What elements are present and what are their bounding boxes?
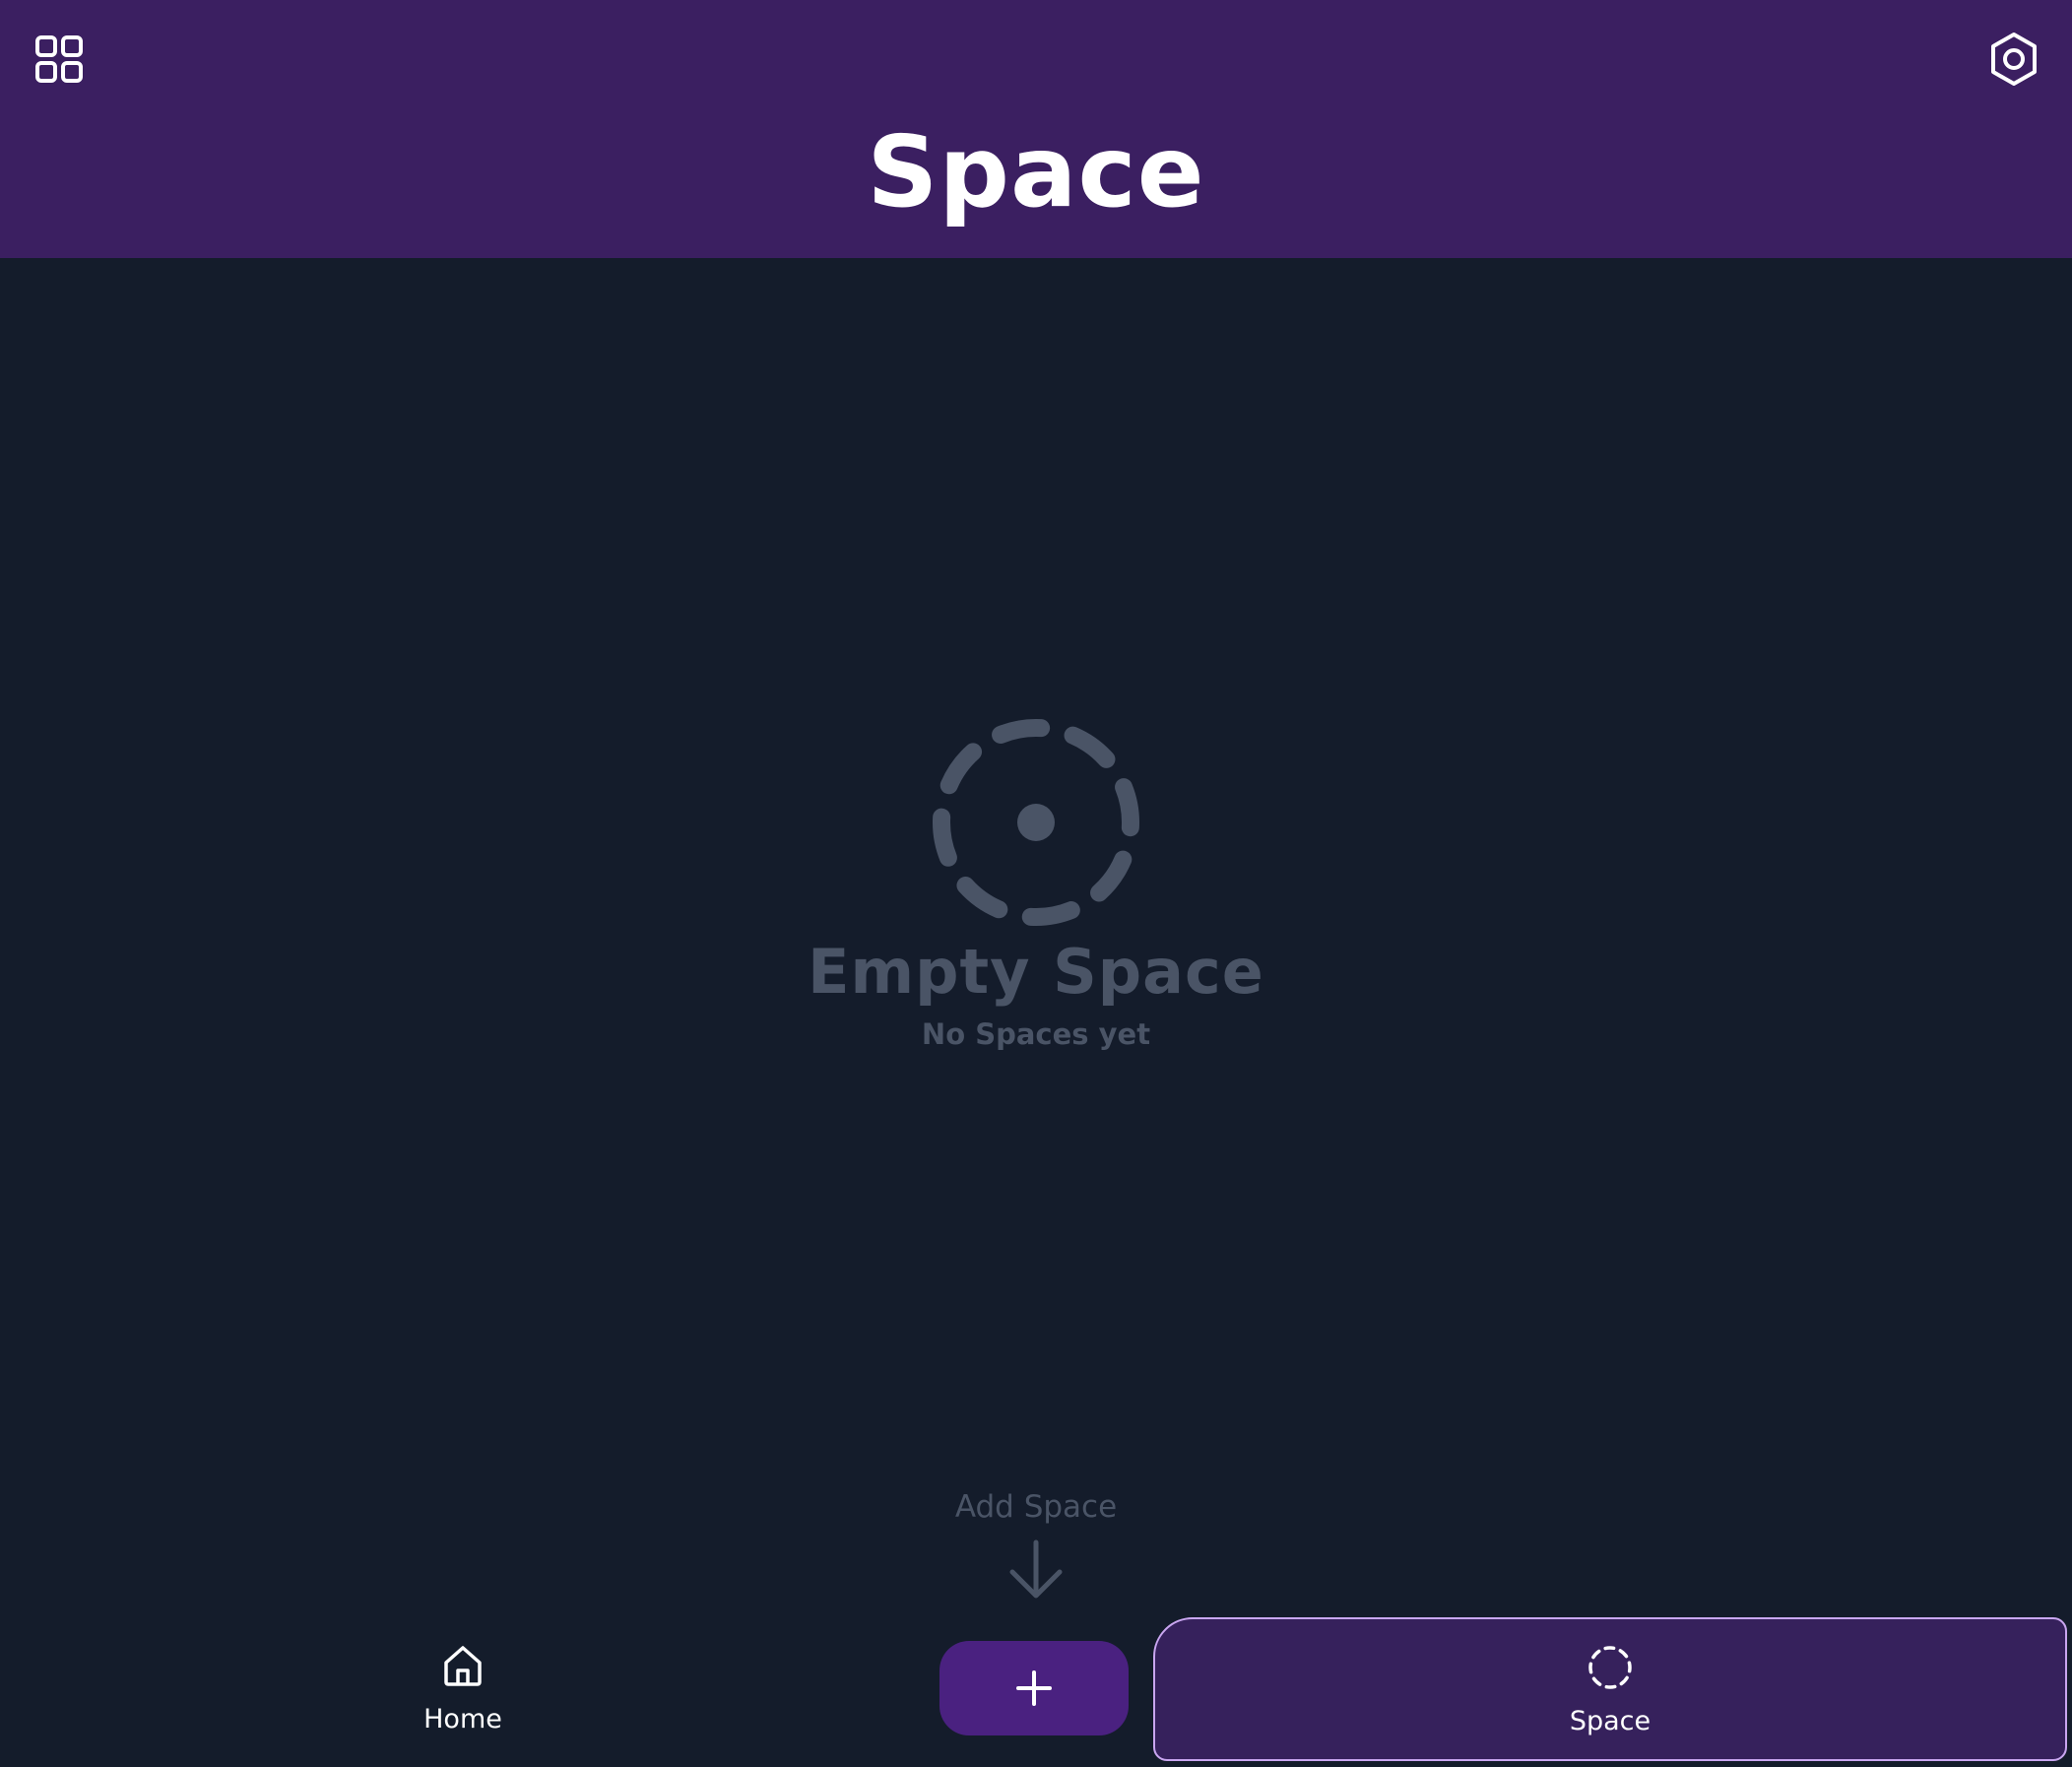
top-app-bar: Space <box>0 0 2072 258</box>
app-window: Space Empty Space No Spaces yet Add Spac… <box>0 0 2072 1767</box>
settings-button[interactable] <box>1984 30 2043 89</box>
add-space-button[interactable] <box>939 1641 1129 1735</box>
nav-item-label: Home <box>423 1704 502 1734</box>
nav-item-space[interactable]: Space <box>1153 1617 2067 1761</box>
plus-icon <box>1016 1670 1052 1706</box>
nav-item-home[interactable]: Home <box>374 1637 551 1755</box>
arrow-down-icon <box>1009 1539 1063 1599</box>
nav-item-label: Space <box>1569 1706 1651 1736</box>
apps-menu-button[interactable] <box>30 30 89 89</box>
grid-icon <box>35 35 83 83</box>
add-space-hint: Add Space <box>954 1489 1118 1525</box>
dashed-circle-icon <box>1586 1643 1635 1692</box>
page-title: Space <box>867 114 1205 229</box>
home-icon <box>438 1641 487 1690</box>
dashed-circle-dot-icon <box>933 719 1139 926</box>
empty-state-subtitle: No Spaces yet <box>921 1017 1151 1051</box>
empty-state-title: Empty Space <box>808 936 1264 1008</box>
settings-hexagon-icon <box>1991 33 2037 86</box>
